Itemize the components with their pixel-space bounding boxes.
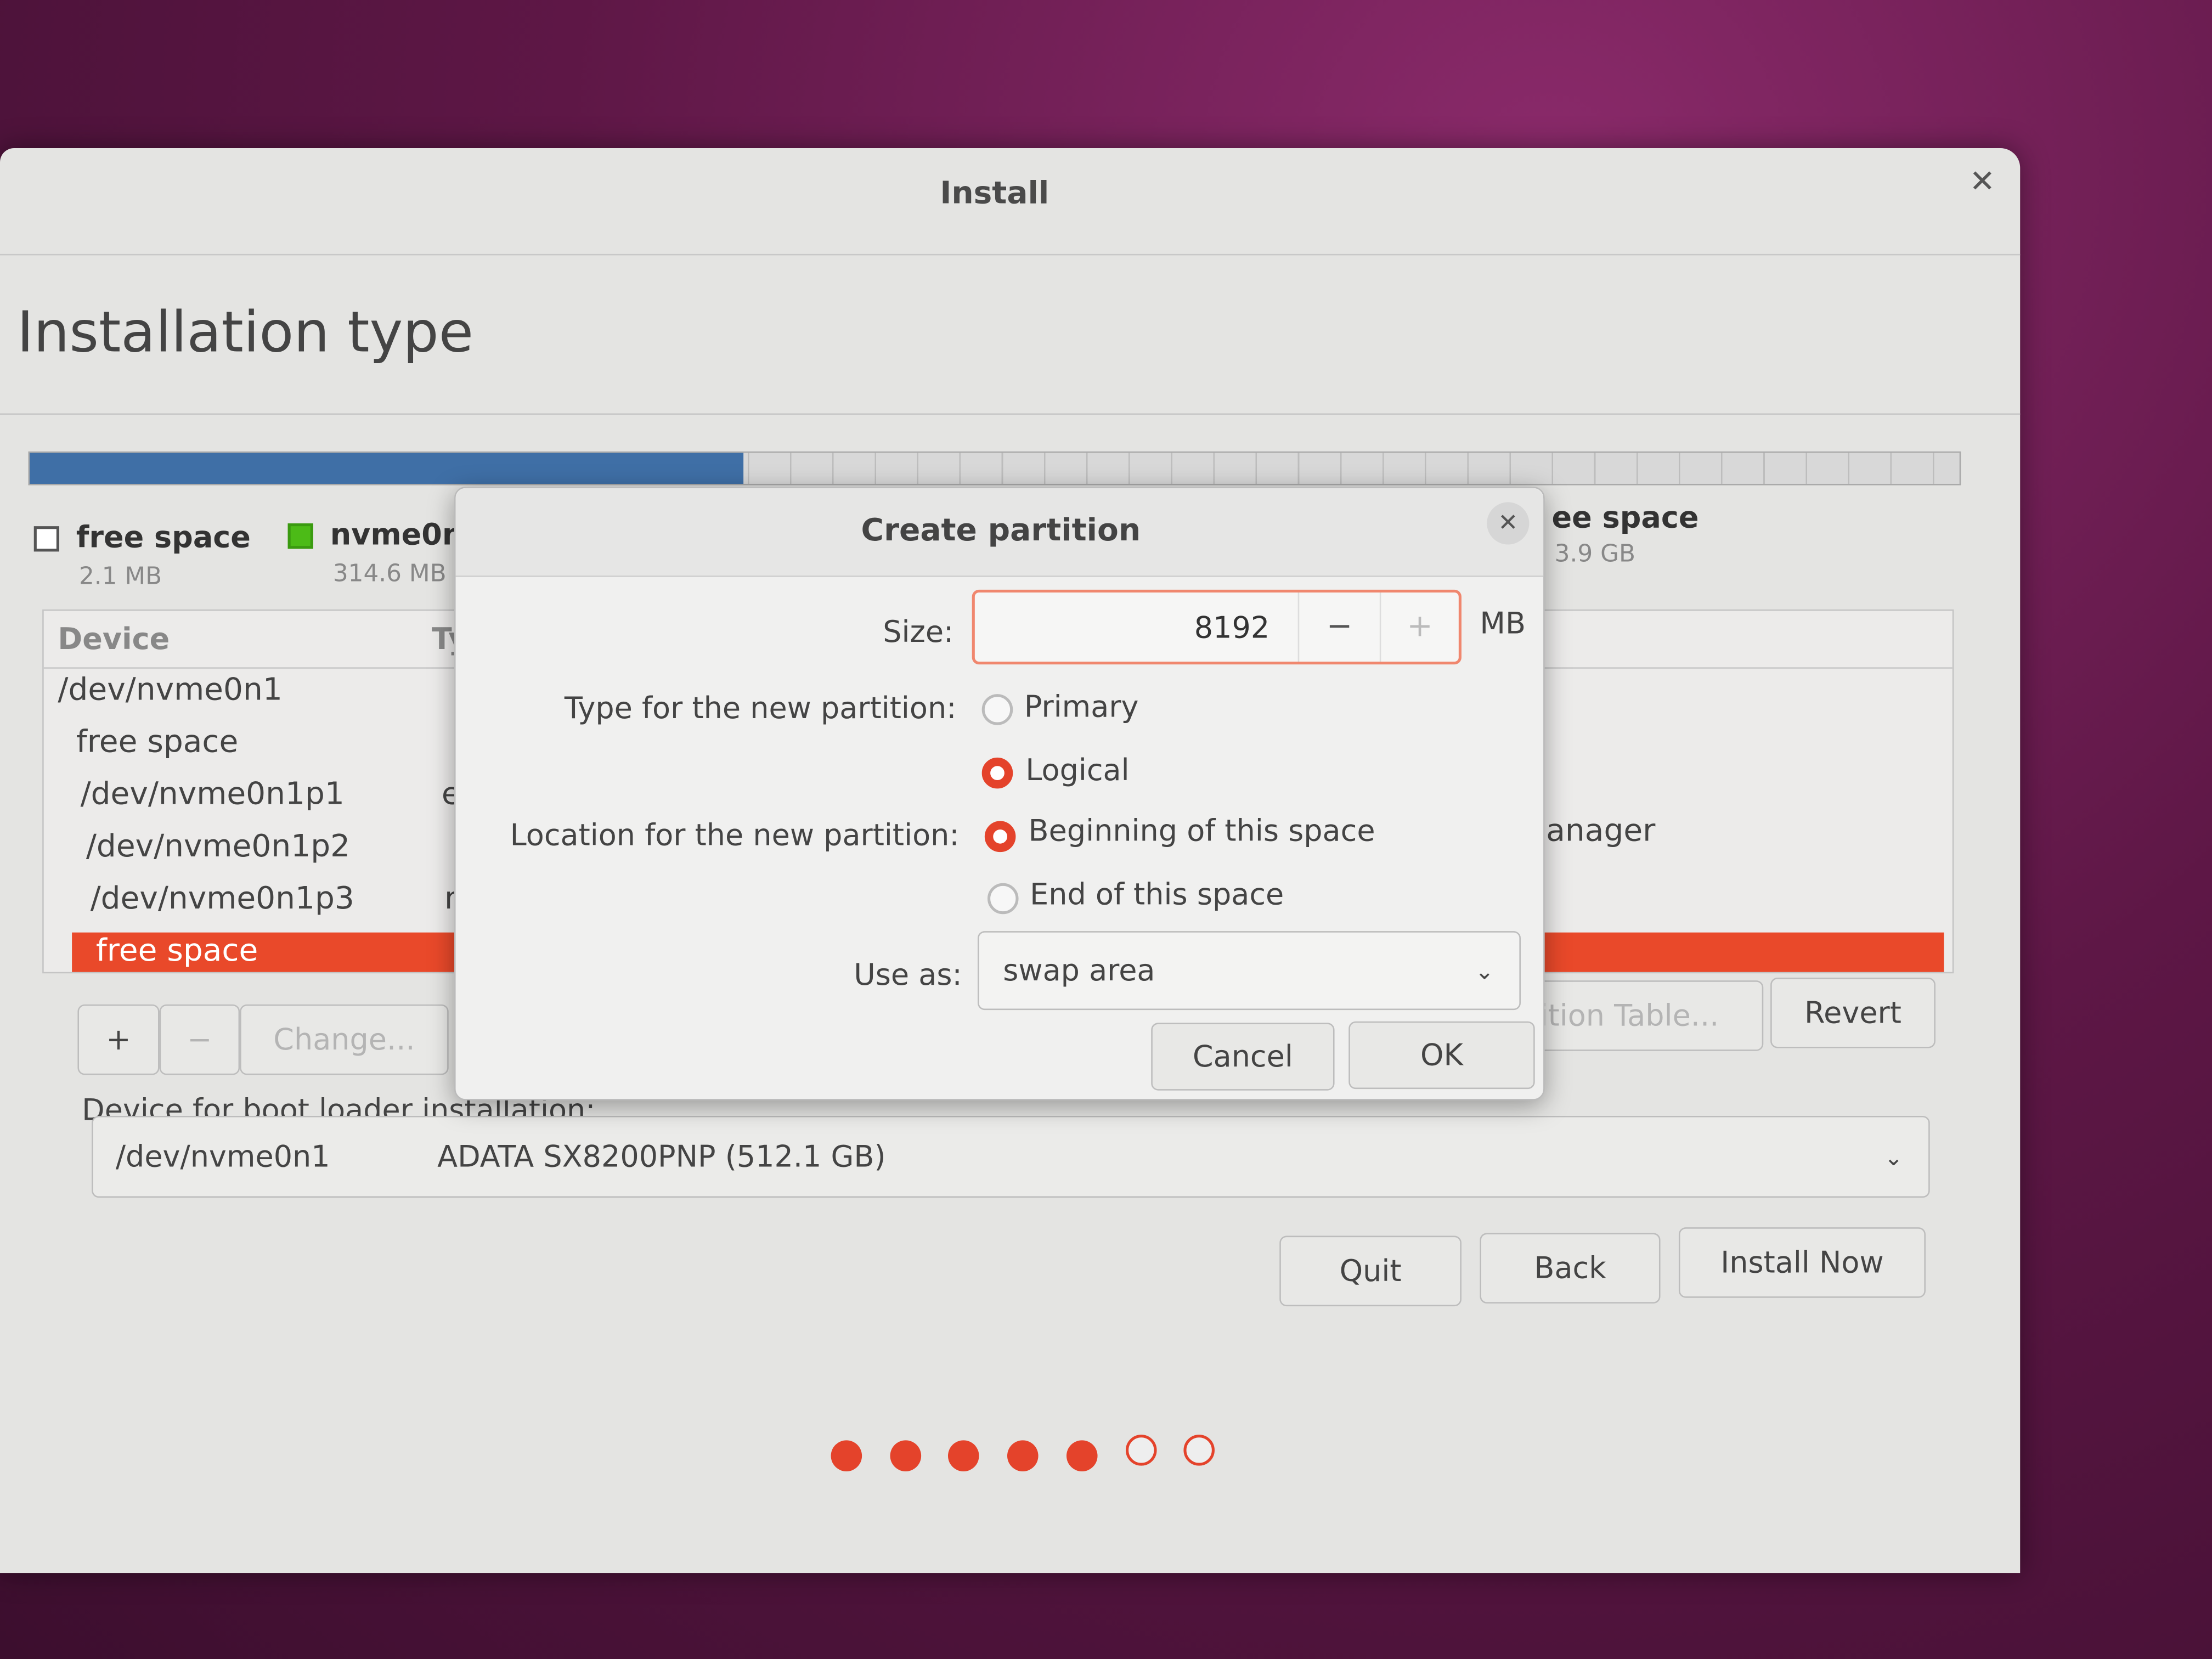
radio-beginning-label[interactable]: Beginning of this space xyxy=(1029,814,1375,848)
dialog-close-icon[interactable]: ✕ xyxy=(1487,502,1530,545)
close-icon[interactable]: ✕ xyxy=(1970,165,1995,200)
progress-dot xyxy=(1183,1435,1215,1466)
size-spinbox[interactable]: 8192 − + xyxy=(972,589,1462,665)
back-button[interactable]: Back xyxy=(1480,1233,1661,1304)
create-partition-dialog: Create partition ✕ Size: 8192 − + MB Typ… xyxy=(454,487,1545,1101)
table-row-system: anager xyxy=(1546,814,1656,849)
use-as-label: Use as: xyxy=(854,957,962,992)
bootloader-model: ADATA SX8200PNP (512.1 GB) xyxy=(437,1139,886,1174)
table-row-device[interactable]: /dev/nvme0n1 xyxy=(58,673,282,708)
legend-size: 2.1 MB xyxy=(78,562,162,591)
add-partition-button[interactable]: + xyxy=(77,1004,160,1075)
change-partition-button[interactable]: Change... xyxy=(240,1004,449,1075)
dialog-title: Create partition xyxy=(861,513,1141,549)
chevron-down-icon: ⌄ xyxy=(1884,1143,1903,1170)
type-label: Type for the new partition: xyxy=(564,691,957,725)
table-row-device[interactable]: /dev/nvme0n1p3 xyxy=(91,882,354,917)
table-row-device[interactable]: free space xyxy=(76,725,239,760)
bootloader-device-select[interactable]: /dev/nvme0n1 ADATA SX8200PNP (512.1 GB) … xyxy=(92,1115,1930,1198)
radio-end[interactable] xyxy=(987,883,1019,915)
cancel-button[interactable]: Cancel xyxy=(1151,1023,1335,1091)
size-unit: MB xyxy=(1480,606,1526,641)
window-title: Install xyxy=(940,176,1049,212)
legend-size: 314.6 MB xyxy=(332,560,447,589)
install-now-button[interactable]: Install Now xyxy=(1678,1227,1926,1298)
quit-button[interactable]: Quit xyxy=(1279,1235,1462,1307)
radio-beginning[interactable] xyxy=(984,821,1016,853)
radio-primary-label[interactable]: Primary xyxy=(1024,690,1139,724)
title-divider xyxy=(0,253,2021,256)
partition-bar xyxy=(28,451,1961,486)
use-as-value: swap area xyxy=(1003,953,1155,988)
size-label: Size: xyxy=(883,615,954,649)
revert-button[interactable]: Revert xyxy=(1770,977,1936,1048)
screen: Install ✕ Installation type free space 2… xyxy=(0,0,2212,1659)
table-row-device[interactable]: free space xyxy=(96,934,258,969)
chevron-down-icon: ⌄ xyxy=(1475,957,1494,984)
table-row-device[interactable]: /dev/nvme0n1p1 xyxy=(81,777,345,812)
legend-label: free space xyxy=(76,520,251,555)
ok-button[interactable]: OK xyxy=(1348,1021,1535,1090)
page-title: Installation type xyxy=(16,300,474,365)
table-row-device[interactable]: /dev/nvme0n1p2 xyxy=(86,830,350,865)
progress-dot xyxy=(889,1440,921,1471)
progress-dot xyxy=(1066,1440,1098,1471)
radio-logical[interactable] xyxy=(981,757,1013,789)
decrement-button[interactable]: − xyxy=(1297,592,1380,662)
legend-swatch-partition xyxy=(287,523,313,549)
legend-label: nvme0n xyxy=(330,517,464,552)
remove-partition-button[interactable]: − xyxy=(159,1004,240,1075)
progress-dot xyxy=(1125,1435,1156,1466)
progress-dot xyxy=(1007,1440,1039,1471)
radio-logical-label[interactable]: Logical xyxy=(1025,753,1129,787)
size-input[interactable]: 8192 xyxy=(975,610,1298,644)
heading-divider xyxy=(0,413,2021,415)
legend-label: ee space xyxy=(1551,500,1699,535)
increment-button[interactable]: + xyxy=(1379,592,1459,662)
column-header-device[interactable]: Device xyxy=(58,622,170,656)
partition-bar-used xyxy=(29,453,744,484)
bootloader-device: /dev/nvme0n1 xyxy=(115,1139,330,1174)
radio-primary[interactable] xyxy=(981,694,1013,725)
legend-size: 3.9 GB xyxy=(1554,540,1635,569)
legend-swatch-free xyxy=(33,526,59,552)
use-as-select[interactable]: swap area ⌄ xyxy=(977,931,1521,1011)
progress-dot xyxy=(948,1440,980,1471)
location-label: Location for the new partition: xyxy=(510,818,960,853)
radio-end-label[interactable]: End of this space xyxy=(1030,877,1284,911)
progress-dot xyxy=(831,1440,862,1471)
